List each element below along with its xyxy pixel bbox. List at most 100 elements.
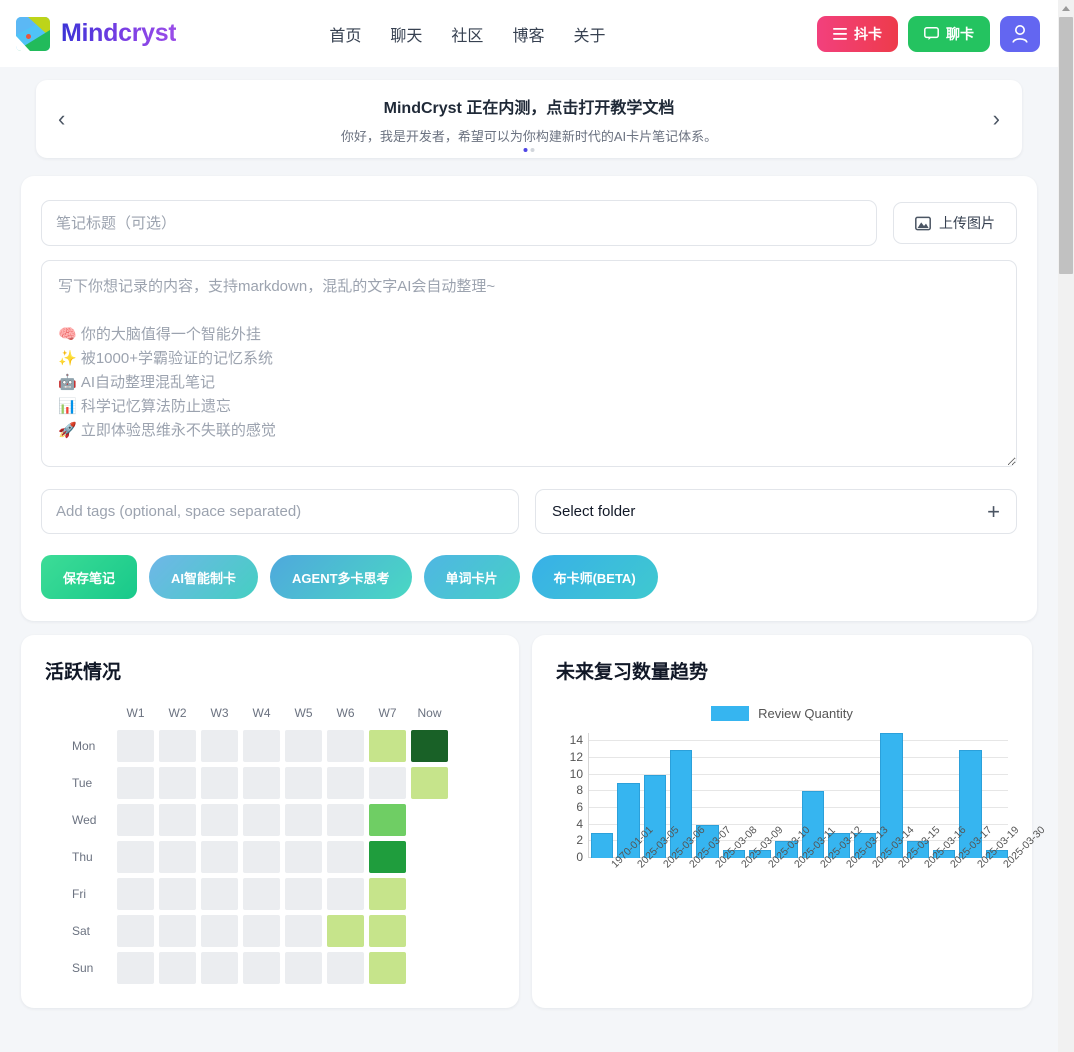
heatmap-cell[interactable] (159, 915, 196, 947)
save-note-button[interactable]: 保存笔记 (41, 555, 138, 599)
heatmap-cell[interactable] (117, 730, 154, 762)
heatmap-cell[interactable] (411, 767, 448, 799)
site-header: Mindcryst 首页 聊天 社区 博客 关于 抖卡 聊卡 (0, 0, 1058, 67)
heatmap-cell[interactable] (201, 952, 238, 984)
heatmap-cell[interactable] (411, 952, 448, 984)
heatmap-header-row: W1 W2 W3 W4 W5 W6 W7 Now (72, 706, 495, 720)
heatmap-cell[interactable] (369, 878, 406, 910)
heatmap-cell[interactable] (117, 767, 154, 799)
heatmap-cell[interactable] (117, 841, 154, 873)
heatmap-cell[interactable] (117, 878, 154, 910)
heatmap-cell[interactable] (285, 767, 322, 799)
heatmap-cell[interactable] (285, 841, 322, 873)
user-account-button[interactable] (1000, 16, 1040, 52)
chat-card-button[interactable]: 聊卡 (908, 16, 990, 52)
banner-next-button[interactable]: › (987, 105, 1006, 133)
nav-item-chat[interactable]: 聊天 (390, 22, 422, 46)
nav-item-blog[interactable]: 博客 (512, 22, 544, 46)
chart-bar[interactable] (591, 833, 614, 858)
nav-item-community[interactable]: 社区 (451, 22, 483, 46)
heatmap-col-header: W2 (168, 706, 187, 720)
heatmap-cell[interactable] (411, 915, 448, 947)
heatmap-cell[interactable] (327, 804, 364, 836)
heatmap-cell[interactable] (243, 915, 280, 947)
heatmap-cell[interactable] (285, 730, 322, 762)
heatmap-cell[interactable] (327, 878, 364, 910)
legend-swatch (711, 706, 750, 721)
heatmap-cell[interactable] (201, 804, 238, 836)
heatmap-cell[interactable] (117, 804, 154, 836)
banner-dots[interactable] (523, 148, 535, 152)
heatmap-cell[interactable] (369, 730, 406, 762)
heatmap-cell[interactable] (243, 767, 280, 799)
upload-image-button[interactable]: 上传图片 (893, 202, 1017, 244)
chart-y-tick: 6 (576, 800, 583, 814)
heatmap-cell[interactable] (285, 804, 322, 836)
chat-card-label: 聊卡 (946, 26, 974, 42)
heatmap-cell[interactable] (327, 915, 364, 947)
heatmap-day-label: Mon (72, 739, 96, 753)
speech-bubble-icon (924, 27, 939, 41)
banner-prev-button[interactable]: ‹ (52, 105, 71, 133)
heatmap-cell[interactable] (369, 952, 406, 984)
heatmap-cell[interactable] (327, 952, 364, 984)
card-master-beta-button[interactable]: 布卡师(BETA) (531, 555, 658, 599)
dou-card-button[interactable]: 抖卡 (817, 16, 898, 52)
heatmap-cell[interactable] (285, 878, 322, 910)
scrollbar-thumb[interactable] (1059, 17, 1073, 274)
nav-item-home[interactable]: 首页 (329, 22, 361, 46)
heatmap-cell[interactable] (369, 915, 406, 947)
add-folder-icon[interactable]: + (987, 500, 1000, 523)
word-card-button[interactable]: 单词卡片 (423, 555, 520, 599)
folder-select-label: Select folder (552, 503, 636, 520)
tags-input[interactable] (41, 489, 519, 534)
heatmap-cell[interactable] (159, 878, 196, 910)
heatmap-cell[interactable] (285, 952, 322, 984)
heatmap-cell[interactable] (201, 841, 238, 873)
heatmap-cell[interactable] (117, 952, 154, 984)
banner-dot[interactable] (530, 148, 535, 152)
heatmap-cell[interactable] (243, 952, 280, 984)
brand[interactable]: Mindcryst (16, 16, 177, 51)
note-title-input[interactable] (41, 200, 877, 246)
heatmap-cell[interactable] (369, 767, 406, 799)
note-content-textarea[interactable] (41, 260, 1017, 467)
heatmap-cell[interactable] (159, 767, 196, 799)
heatmap-cell[interactable] (327, 730, 364, 762)
heatmap-cell[interactable] (411, 841, 448, 873)
dou-card-label: 抖卡 (854, 26, 882, 42)
heatmap-cell[interactable] (369, 841, 406, 873)
heatmap-row: Thu (72, 841, 495, 873)
ai-make-card-button[interactable]: AI智能制卡 (149, 555, 259, 599)
heatmap-cell[interactable] (243, 730, 280, 762)
heatmap-cell[interactable] (411, 878, 448, 910)
heatmap-cell[interactable] (411, 730, 448, 762)
heatmap-cell[interactable] (327, 767, 364, 799)
heatmap-cell[interactable] (369, 804, 406, 836)
agent-multicard-button[interactable]: AGENT多卡思考 (270, 555, 412, 599)
folder-select[interactable]: Select folder + (535, 489, 1017, 534)
heatmap-cell[interactable] (243, 841, 280, 873)
heatmap-cell[interactable] (159, 952, 196, 984)
banner-dot-active[interactable] (523, 148, 528, 152)
page-scrollbar[interactable] (1058, 0, 1074, 1052)
heatmap-cell[interactable] (201, 730, 238, 762)
review-panel-title: 未来复习数量趋势 (556, 662, 709, 683)
nav-item-about[interactable]: 关于 (573, 22, 605, 46)
heatmap-cell[interactable] (201, 767, 238, 799)
heatmap-cell[interactable] (327, 841, 364, 873)
heatmap-cell[interactable] (201, 878, 238, 910)
heatmap-row: Sun (72, 952, 495, 984)
heatmap-cell[interactable] (243, 804, 280, 836)
heatmap-cell[interactable] (285, 915, 322, 947)
heatmap-cell[interactable] (117, 915, 154, 947)
heatmap-cell[interactable] (159, 841, 196, 873)
heatmap-cell[interactable] (159, 804, 196, 836)
heatmap-day-label: Sun (72, 961, 94, 975)
scroll-up-button[interactable] (1058, 0, 1074, 17)
heatmap-cell[interactable] (243, 878, 280, 910)
announcement-banner[interactable]: ‹ MindCryst 正在内测，点击打开教学文档 你好，我是开发者，希望可以为… (36, 80, 1022, 158)
heatmap-cell[interactable] (159, 730, 196, 762)
heatmap-cell[interactable] (201, 915, 238, 947)
heatmap-cell[interactable] (411, 804, 448, 836)
